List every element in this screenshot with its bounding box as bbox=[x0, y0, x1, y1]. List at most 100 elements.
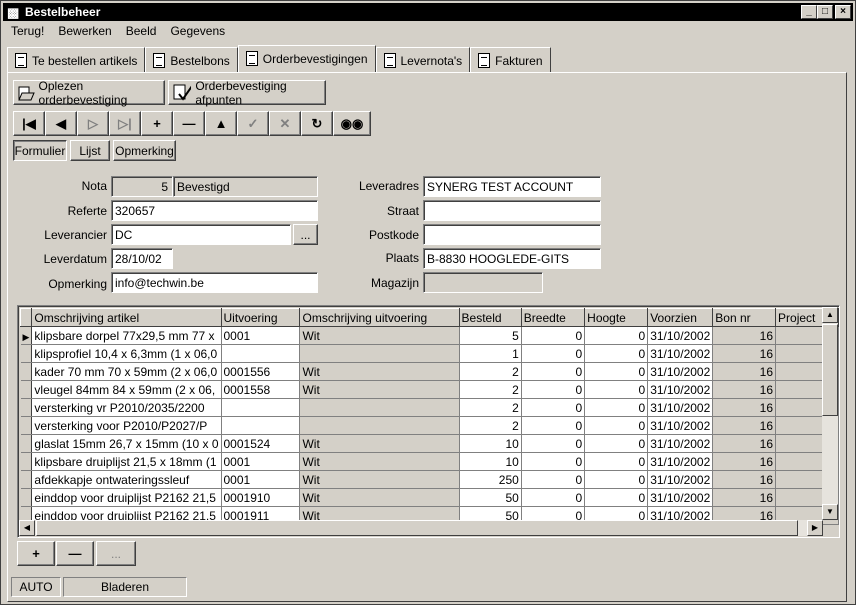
last-record-button[interactable]: ▷| bbox=[109, 111, 141, 136]
table-cell[interactable]: klipsbare druiplijst 21,5 x 18mm (1 bbox=[31, 452, 222, 471]
more-button[interactable]: ... bbox=[96, 541, 136, 566]
table-cell[interactable]: 16 bbox=[712, 326, 777, 345]
table-cell[interactable]: 0001524 bbox=[221, 434, 301, 453]
edit-record-button[interactable]: ▲ bbox=[205, 111, 237, 136]
table-cell[interactable]: 0 bbox=[584, 344, 649, 363]
table-row[interactable]: klipsbare druiplijst 21,5 x 18mm (1 0001 W… bbox=[20, 452, 839, 471]
tab-bestelbons[interactable]: Bestelbons bbox=[145, 47, 238, 73]
table-cell[interactable]: 1 bbox=[459, 344, 522, 363]
table-cell[interactable]: Wit bbox=[299, 326, 460, 345]
table-cell[interactable] bbox=[221, 398, 301, 417]
postkode-field[interactable] bbox=[423, 224, 601, 245]
table-row[interactable]: afdekkapje ontwateringssleuf 0001 Wit 250 0 0… bbox=[20, 470, 839, 489]
table-cell[interactable]: 16 bbox=[712, 488, 777, 507]
table-cell[interactable]: versterking vr P2010/2035/2200 bbox=[31, 398, 222, 417]
plaats-field[interactable]: B-8830 HOOGLEDE-GITS bbox=[423, 248, 601, 269]
table-cell[interactable]: 0 bbox=[521, 362, 586, 381]
table-row[interactable]: kader 70 mm 70 x 59mm (2 x 06,0 0001556 Wi… bbox=[20, 362, 839, 381]
scroll-down-button[interactable]: ▼ bbox=[822, 504, 838, 520]
table-cell[interactable]: 16 bbox=[712, 380, 777, 399]
table-cell[interactable] bbox=[221, 344, 301, 363]
table-cell[interactable]: 31/10/2002 bbox=[647, 398, 714, 417]
menu-bewerken[interactable]: Bewerken bbox=[50, 22, 117, 40]
cancel-edit-button[interactable]: ✕ bbox=[269, 111, 301, 136]
post-edit-button[interactable]: ✓ bbox=[237, 111, 269, 136]
column-header[interactable]: Omschrijving uitvoering bbox=[299, 308, 460, 327]
scroll-up-button[interactable]: ▲ bbox=[822, 307, 838, 323]
table-row[interactable]: ▶ klipsbare dorpel 77x29,5 mm 77 x 0001 Wit… bbox=[20, 326, 839, 345]
table-cell[interactable]: 0001 bbox=[221, 470, 301, 489]
row-indicator[interactable] bbox=[20, 470, 33, 489]
title-bar[interactable]: ▩ Bestelbeheer _ □ × bbox=[3, 3, 853, 21]
table-cell[interactable]: 0 bbox=[521, 326, 586, 345]
column-header[interactable]: Breedte bbox=[520, 308, 586, 327]
scroll-left-button[interactable]: ◀ bbox=[19, 520, 35, 536]
row-indicator[interactable] bbox=[20, 434, 33, 453]
table-cell[interactable]: 16 bbox=[712, 416, 777, 435]
straat-field[interactable] bbox=[423, 200, 601, 221]
row-indicator[interactable]: ▶ bbox=[20, 326, 33, 345]
leveradres-field[interactable]: SYNERG TEST ACCOUNT bbox=[423, 176, 601, 197]
table-cell[interactable]: klipsbare dorpel 77x29,5 mm 77 x bbox=[31, 326, 222, 345]
column-header[interactable]: Hoogte bbox=[584, 308, 649, 327]
table-cell[interactable]: 16 bbox=[712, 344, 777, 363]
column-header[interactable]: Besteld bbox=[458, 308, 522, 327]
table-row[interactable]: vleugel 84mm 84 x 59mm (2 x 06, 0001558 Wi… bbox=[20, 380, 839, 399]
table-cell[interactable]: 250 bbox=[459, 470, 522, 489]
table-cell[interactable]: Wit bbox=[299, 434, 460, 453]
table-cell[interactable]: afdekkapje ontwateringssleuf bbox=[31, 470, 222, 489]
referte-field[interactable]: 320657 bbox=[111, 200, 318, 221]
view-lijst-button[interactable]: Lijst bbox=[70, 140, 110, 161]
row-indicator[interactable] bbox=[20, 452, 33, 471]
row-indicator[interactable] bbox=[20, 398, 33, 417]
first-record-button[interactable]: |◀ bbox=[13, 111, 45, 136]
horizontal-scroll-thumb[interactable] bbox=[36, 520, 798, 536]
table-cell[interactable]: 31/10/2002 bbox=[647, 470, 714, 489]
delete-record-button[interactable]: — bbox=[173, 111, 205, 136]
add-line-button[interactable]: + bbox=[17, 541, 55, 566]
table-cell[interactable]: kader 70 mm 70 x 59mm (2 x 06,0 bbox=[31, 362, 222, 381]
app-menu-icon[interactable]: ▩ bbox=[7, 4, 19, 22]
tab-te-bestellen-artikels[interactable]: Te bestellen artikels bbox=[7, 47, 146, 73]
vertical-scroll-thumb[interactable] bbox=[822, 324, 838, 416]
view-formulier-button[interactable]: Formulier bbox=[13, 140, 67, 161]
table-cell[interactable]: 31/10/2002 bbox=[647, 416, 714, 435]
table-cell[interactable]: 2 bbox=[459, 416, 522, 435]
table-cell[interactable]: 31/10/2002 bbox=[647, 326, 714, 345]
table-cell[interactable]: 31/10/2002 bbox=[647, 380, 714, 399]
table-cell[interactable]: 0001558 bbox=[221, 380, 301, 399]
table-cell[interactable]: Wit bbox=[299, 362, 460, 381]
oplezen-orderbevestiging-button[interactable]: Oplezen orderbevestiging bbox=[13, 79, 165, 107]
table-cell[interactable]: klipsprofiel 10,4 x 6,3mm (1 x 06,0 bbox=[31, 344, 222, 363]
table-cell[interactable]: 31/10/2002 bbox=[647, 362, 714, 381]
table-cell[interactable]: 0 bbox=[584, 434, 649, 453]
table-cell[interactable]: 10 bbox=[459, 434, 522, 453]
column-header[interactable]: Omschrijving artikel bbox=[31, 308, 222, 327]
previous-record-button[interactable]: ◀ bbox=[45, 111, 77, 136]
row-indicator[interactable] bbox=[20, 344, 33, 363]
row-indicator[interactable] bbox=[20, 488, 33, 507]
table-cell[interactable]: 0 bbox=[584, 488, 649, 507]
table-cell[interactable]: 31/10/2002 bbox=[647, 344, 714, 363]
leverdatum-field[interactable]: 28/10/02 bbox=[111, 248, 173, 269]
table-cell[interactable]: 16 bbox=[712, 398, 777, 417]
menu-terug[interactable]: Terug! bbox=[3, 22, 50, 40]
table-cell[interactable]: 0001910 bbox=[221, 488, 301, 507]
opmerking-field[interactable]: info@techwin.be bbox=[111, 272, 318, 293]
menu-gegevens[interactable]: Gegevens bbox=[162, 22, 231, 40]
table-cell[interactable]: 0 bbox=[584, 470, 649, 489]
table-cell[interactable]: 2 bbox=[459, 380, 522, 399]
table-cell[interactable]: 2 bbox=[459, 398, 522, 417]
table-cell[interactable]: 0 bbox=[521, 434, 586, 453]
delete-line-button[interactable]: — bbox=[56, 541, 94, 566]
column-header[interactable]: Bon nr bbox=[712, 308, 777, 327]
table-row[interactable]: versterking voor P2010/P2027/P 2 0 0 31/10/2… bbox=[20, 416, 839, 435]
table-cell[interactable]: Wit bbox=[299, 470, 460, 489]
table-cell[interactable]: 31/10/2002 bbox=[647, 434, 714, 453]
maximize-button[interactable]: □ bbox=[817, 5, 833, 19]
search-button[interactable]: ◉◉ bbox=[333, 111, 371, 136]
tab-fakturen[interactable]: Fakturen bbox=[470, 47, 551, 73]
table-cell[interactable]: 0 bbox=[521, 470, 586, 489]
close-button[interactable]: × bbox=[835, 5, 851, 19]
next-record-button[interactable]: ▷ bbox=[77, 111, 109, 136]
